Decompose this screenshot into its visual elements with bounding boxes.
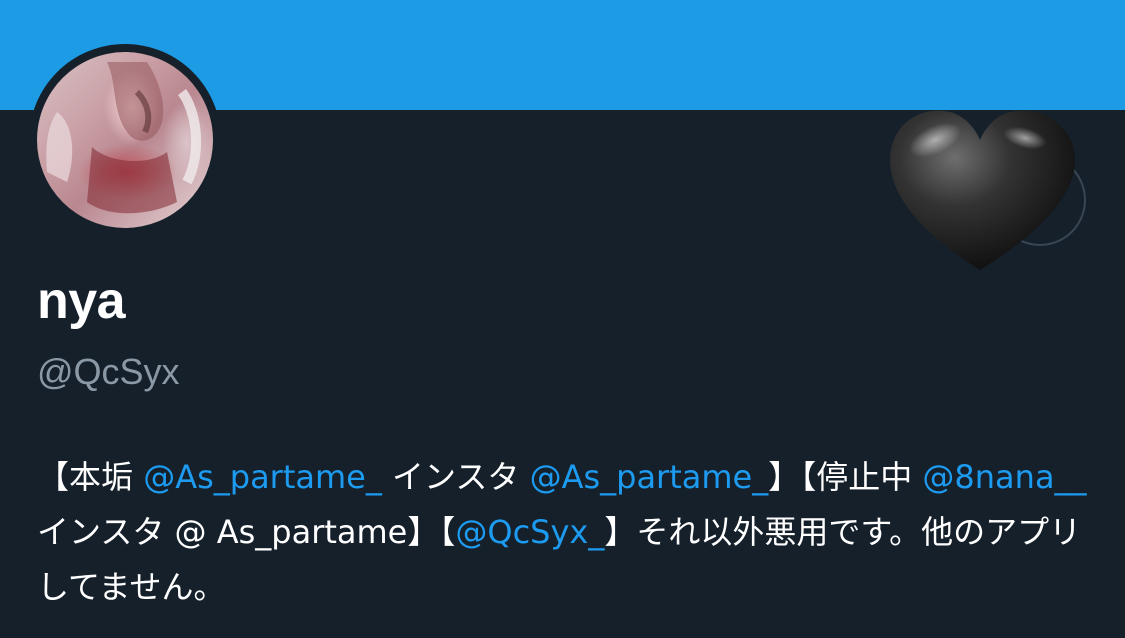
bio-text: 】【停止中 [768, 458, 923, 496]
mention-link[interactable]: @As_partame_ [530, 458, 769, 496]
bio-text: インスタ [381, 458, 530, 496]
mention-link[interactable]: @QcSyx_ [455, 513, 604, 551]
mention-link[interactable]: @8nana__ [922, 458, 1086, 496]
profile-screen: nya @QcSyx 【本垢 @As_partame_ インスタ @As_par… [0, 0, 1125, 638]
avatar-photo [37, 52, 213, 228]
display-name: nya [37, 272, 126, 330]
bio-text: インスタ @ As_partame】【 [37, 513, 456, 551]
mention-link[interactable]: @As_partame_ [143, 458, 382, 496]
bio-text: 【本垢 [37, 458, 144, 496]
profile-bio: 【本垢 @As_partame_ インスタ @As_partame_】【停止中 … [37, 450, 1092, 615]
black-heart-icon[interactable] [880, 100, 1095, 280]
avatar[interactable] [29, 44, 221, 236]
username-handle: @QcSyx [37, 351, 180, 392]
